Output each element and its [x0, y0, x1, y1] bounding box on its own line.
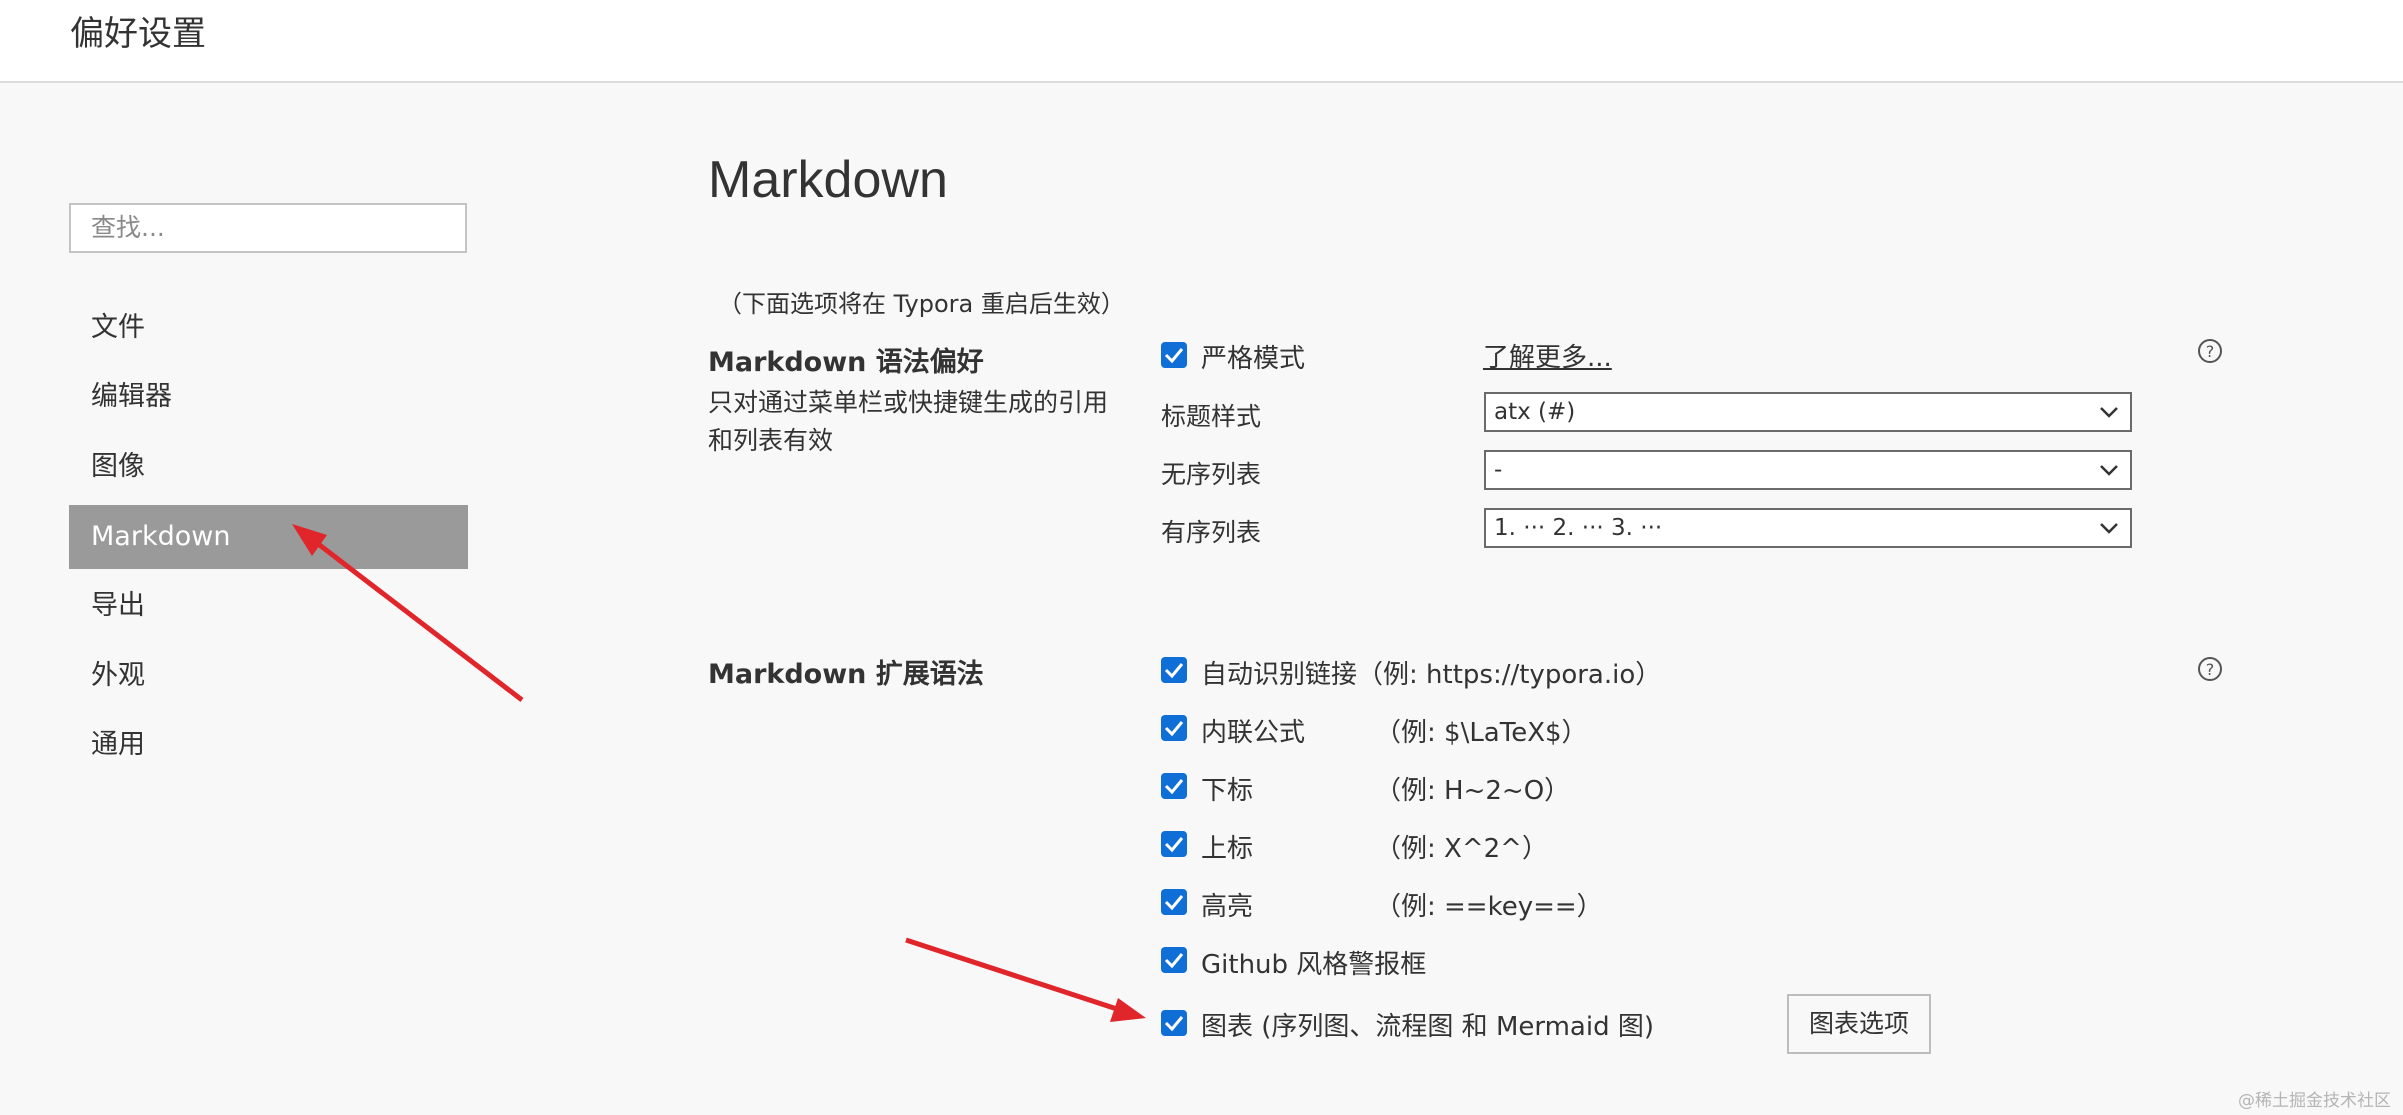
github-alert-label: Github 风格警报框: [1201, 950, 1427, 980]
strict-mode-checkbox[interactable]: [1161, 342, 1187, 368]
unordered-list-select[interactable]: -: [1484, 450, 2132, 490]
sidebar-item-general[interactable]: 通用: [69, 713, 468, 777]
help-circle-icon[interactable]: ?: [2197, 338, 2223, 364]
restart-note: （下面选项将在 Typora 重启后生效）: [718, 290, 1125, 318]
ordered-list-label: 有序列表: [1161, 518, 1262, 547]
checkmark-icon: [1164, 348, 1184, 364]
strict-mode-label: 严格模式: [1201, 344, 1306, 374]
page-title: Markdown: [708, 151, 948, 209]
checkmark-icon: [1164, 953, 1184, 969]
subscript-checkbox[interactable]: [1161, 773, 1187, 799]
autolink-checkbox[interactable]: [1161, 657, 1187, 683]
sidebar-item-editor[interactable]: 编辑器: [69, 365, 468, 429]
autolink-text: 自动识别链接: [1201, 660, 1358, 690]
sidebar-item-image[interactable]: 图像: [69, 435, 468, 499]
heading-style-select[interactable]: atx (#): [1484, 392, 2132, 432]
checkmark-icon: [1164, 895, 1184, 911]
highlight-example: （例: ==key==）: [1375, 892, 1603, 922]
sidebar-item-file[interactable]: 文件: [69, 296, 468, 360]
chevron-down-icon: [2100, 523, 2118, 534]
heading-style-value: atx (#): [1494, 399, 1576, 425]
subscript-example: （例: H~2~O）: [1375, 776, 1571, 806]
watermark: @稀土掘金技术社区: [2238, 1091, 2391, 1111]
highlight-checkbox[interactable]: [1161, 889, 1187, 915]
help-circle-icon[interactable]: ?: [2197, 656, 2223, 682]
syntax-pref-description: 只对通过菜单栏或快捷键生成的引用和列表有效: [708, 388, 1109, 455]
checkmark-icon: [1164, 779, 1184, 795]
sidebar-item-export[interactable]: 导出: [69, 574, 468, 638]
highlight-label: 高亮: [1201, 892, 1254, 922]
checkmark-icon: [1164, 837, 1184, 853]
superscript-example: （例: X^2^）: [1375, 834, 1548, 864]
sidebar-item-appearance[interactable]: 外观: [69, 644, 468, 708]
ordered-list-value: 1. ··· 2. ··· 3. ···: [1494, 515, 1663, 541]
annotation-arrow-diagrams: [905, 937, 1121, 1013]
inline-math-example: （例: $\LaTeX$）: [1375, 718, 1588, 748]
window-title: 偏好设置: [70, 14, 206, 54]
inline-math-label: 内联公式: [1201, 718, 1306, 748]
svg-text:?: ?: [2206, 342, 2215, 361]
subscript-label: 下标: [1201, 776, 1254, 806]
extensions-title: Markdown 扩展语法: [708, 659, 984, 690]
title-bar: 偏好设置: [0, 0, 2403, 83]
ordered-list-select[interactable]: 1. ··· 2. ··· 3. ···: [1484, 508, 2132, 548]
heading-style-label: 标题样式: [1161, 402, 1262, 431]
checkmark-icon: [1164, 721, 1184, 737]
superscript-checkbox[interactable]: [1161, 831, 1187, 857]
autolink-example: （例: https://typora.io）: [1357, 660, 1662, 690]
checkmark-icon: [1164, 1016, 1184, 1032]
inline-math-checkbox[interactable]: [1161, 715, 1187, 741]
sidebar-item-markdown[interactable]: Markdown: [69, 505, 468, 569]
superscript-label: 上标: [1201, 834, 1254, 864]
github-alert-checkbox[interactable]: [1161, 947, 1187, 973]
search-input[interactable]: 查找...: [69, 203, 467, 253]
learn-more-link[interactable]: 了解更多...: [1483, 337, 1612, 374]
diagrams-label: 图表 (序列图、流程图 和 Mermaid 图): [1201, 1012, 1654, 1042]
diagram-options-button[interactable]: 图表选项: [1787, 994, 1931, 1054]
unordered-list-label: 无序列表: [1161, 460, 1262, 489]
autolink-label: 自动识别链接（例: https://typora.io）: [1201, 654, 1661, 691]
diagrams-checkbox[interactable]: [1161, 1010, 1187, 1036]
checkmark-icon: [1164, 663, 1184, 679]
chevron-down-icon: [2100, 407, 2118, 418]
unordered-list-value: -: [1494, 457, 1503, 483]
annotation-arrowhead-diagrams: [1110, 998, 1146, 1022]
syntax-pref-title: Markdown 语法偏好: [708, 347, 984, 378]
chevron-down-icon: [2100, 465, 2118, 476]
svg-text:?: ?: [2206, 660, 2215, 679]
